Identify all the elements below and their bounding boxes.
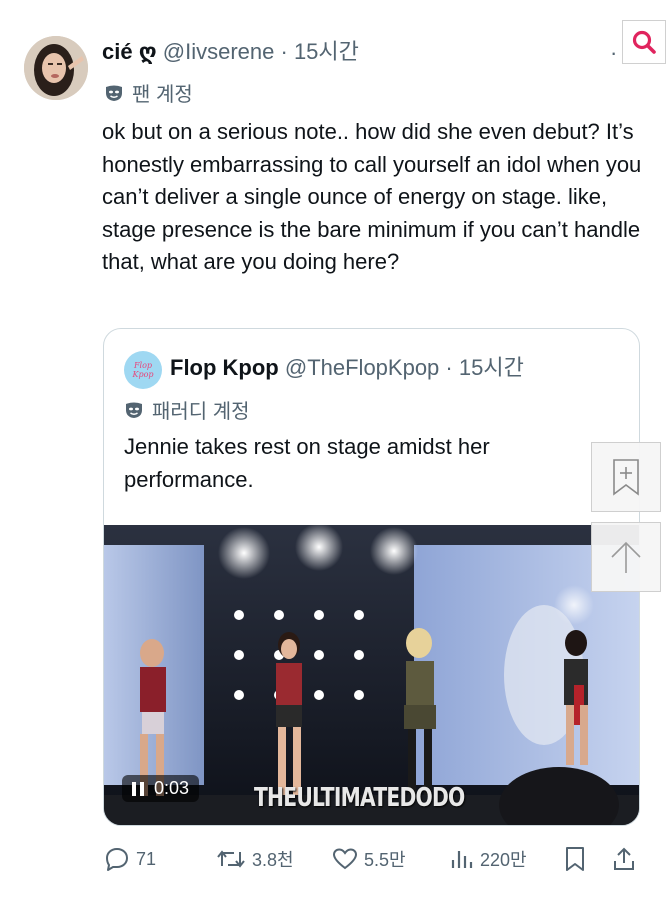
share-icon [614,847,634,870]
quoted-author-avatar[interactable]: Flop Kpop [124,351,162,389]
views-icon [451,851,473,868]
quoted-post-header: Flop Kpop @TheFlopKpop · 15시간 [170,353,524,383]
scroll-to-top-button[interactable] [591,522,661,592]
views-button[interactable]: 220만 [450,846,527,872]
avatar-text: Kpop [132,370,154,379]
video-time: 0:03 [154,778,190,798]
action-bar: 71 3.8천 5.5만 220만 [0,846,671,880]
share-button[interactable] [612,846,636,872]
bookmark-add-icon [613,459,639,496]
post-time[interactable]: 15시간 [294,39,359,64]
quoted-author-name[interactable]: Flop Kpop [170,355,279,380]
repost-button[interactable]: 3.8천 [216,846,294,872]
repost-icon [217,850,245,868]
avatar-text: Flop [133,361,153,370]
like-button[interactable]: 5.5만 [332,846,406,872]
view-count: 220만 [480,850,527,870]
badge-label: 팬 계정 [132,84,193,106]
video-watermark: THEULTIMATEDODO [254,783,465,813]
badge-label: 패러디 계정 [152,401,250,423]
author-avatar[interactable] [24,36,88,100]
quoted-post-time[interactable]: 15시간 [459,355,524,380]
search-icon [632,30,656,54]
reply-count: 71 [136,848,157,869]
account-badge: 팬 계정 [104,78,193,107]
quoted-author-handle[interactable]: @TheFlopKpop [285,355,439,380]
pause-icon [132,781,144,796]
mask-icon [106,85,122,101]
reply-icon [106,848,128,871]
video-time-badge[interactable]: 0:03 [122,775,200,802]
bookmark-button[interactable] [564,846,586,872]
search-button[interactable] [622,20,666,64]
bookmark-icon [566,847,584,871]
mask-icon [126,402,142,418]
post-header: cié ღ @Iivserene · 15시간 [102,38,359,66]
quoted-post[interactable]: Flop Kpop Flop Kpop @TheFlopKpop · 15시간 … [103,328,640,826]
reply-button[interactable]: 71 [104,846,156,872]
author-name[interactable]: cié ღ [102,39,157,64]
repost-count: 3.8천 [252,850,294,870]
like-count: 5.5만 [364,850,406,870]
quoted-account-badge: 패러디 계정 [124,395,250,424]
post-text: ok but on a serious note.. how did she e… [102,119,642,274]
separator-dot: · [280,39,288,64]
more-options-button[interactable]: · [610,40,617,66]
heart-icon [332,848,358,870]
separator-dot: · [445,355,453,380]
author-handle[interactable]: @Iivserene [163,39,275,64]
add-bookmark-button[interactable] [591,442,661,512]
video-player[interactable]: 0:03 THEULTIMATEDODO [104,525,639,825]
quoted-post-text: Jennie takes rest on stage amidst her pe… [124,434,490,492]
arrow-up-icon [611,541,641,573]
